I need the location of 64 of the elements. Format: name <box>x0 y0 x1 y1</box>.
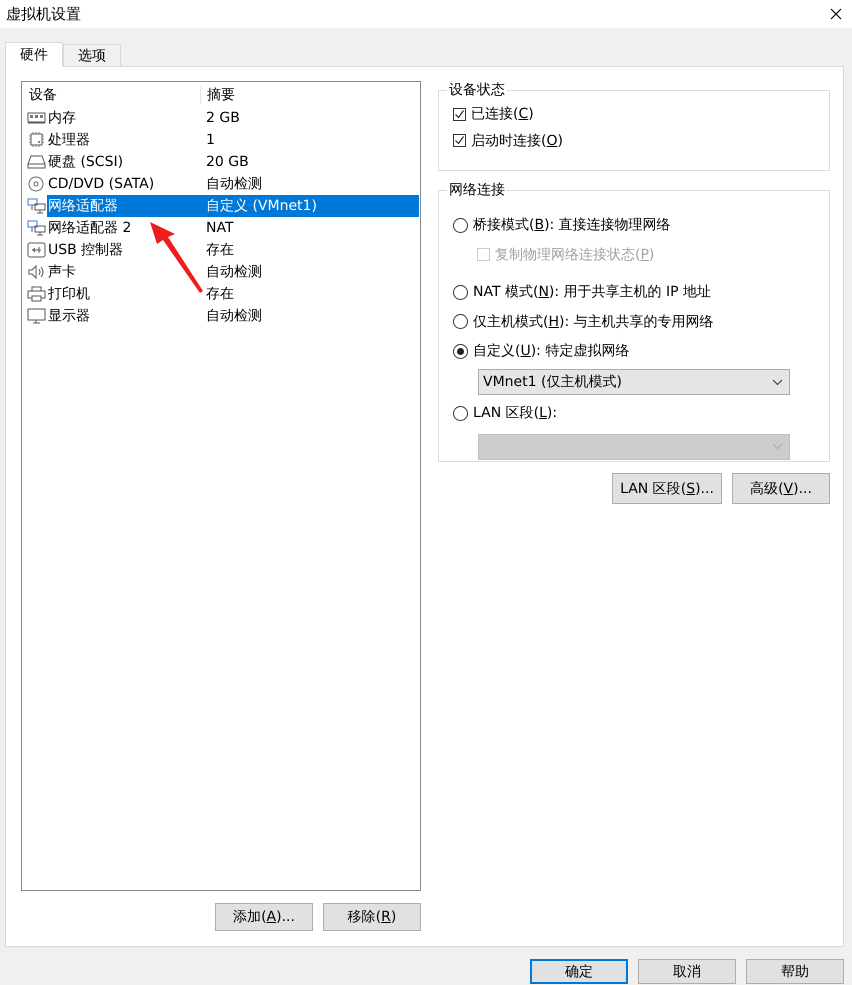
device-row[interactable]: CD/DVD (SATA) 自动检测 <box>23 173 419 195</box>
printer-icon <box>27 286 46 302</box>
monitor-icon <box>27 308 46 324</box>
network-icon <box>27 198 46 214</box>
device-name: 打印机 <box>48 285 90 303</box>
device-row[interactable]: USB 控制器 存在 <box>23 239 419 261</box>
column-header[interactable]: 设备 <box>23 86 200 104</box>
radio-button[interactable]: 仅主机模式(H): 与主机共享的专用网络 <box>453 312 714 330</box>
device-name: 网络适配器 2 <box>48 219 132 237</box>
radio-button[interactable]: NAT 模式(N): 用于共享主机的 IP 地址 <box>453 283 712 301</box>
device-name: USB 控制器 <box>48 241 124 259</box>
device-summary: 自动检测 <box>205 263 263 281</box>
add-button[interactable]: 添加(A)... <box>215 903 313 931</box>
column-header[interactable]: 摘要 <box>200 86 419 104</box>
device-summary: NAT <box>205 220 235 236</box>
device-row[interactable]: 内存 2 GB <box>23 107 419 129</box>
device-summary: 自定义 (VMnet1) <box>205 197 318 215</box>
device-summary: 存在 <box>205 285 235 303</box>
lan-segments-button[interactable]: LAN 区段(S)... <box>612 473 722 504</box>
radio-button[interactable]: LAN 区段(L): <box>453 404 558 422</box>
remove-button[interactable]: 移除(R) <box>323 903 421 931</box>
checkbox[interactable]: 启动时连接(O) <box>453 132 563 150</box>
device-name: 内存 <box>48 109 76 127</box>
device-row[interactable]: 网络适配器 2 NAT <box>23 217 419 239</box>
speaker-icon <box>27 264 46 280</box>
close-icon[interactable] <box>830 8 842 20</box>
device-name: CD/DVD (SATA) <box>48 176 154 192</box>
device-name: 处理器 <box>48 131 90 149</box>
device-name: 网络适配器 <box>48 197 118 215</box>
window-title: 虚拟机设置 <box>6 4 81 24</box>
device-row[interactable]: 硬盘 (SCSI) 20 GB <box>23 151 419 173</box>
chip-icon <box>27 132 46 148</box>
group-title: 设备状态 <box>448 81 506 99</box>
radio-button[interactable]: 自定义(U): 特定虚拟网络 <box>453 342 630 360</box>
disc-icon <box>27 176 46 192</box>
device-name: 显示器 <box>48 307 90 325</box>
device-name: 硬盘 (SCSI) <box>48 153 124 171</box>
device-summary: 1 <box>205 132 216 148</box>
chevron-down-icon <box>772 378 783 386</box>
device-name: 声卡 <box>48 263 76 281</box>
device-summary: 20 GB <box>205 154 250 170</box>
help-button[interactable]: 帮助 <box>746 959 844 984</box>
network-icon <box>27 220 46 236</box>
group-title: 网络连接 <box>448 181 506 199</box>
memory-icon <box>27 110 46 126</box>
device-row[interactable]: 声卡 自动检测 <box>23 261 419 283</box>
usb-icon <box>27 242 46 258</box>
chevron-down-icon <box>772 443 783 450</box>
ok-button[interactable]: 确定 <box>530 959 628 984</box>
device-summary: 存在 <box>205 241 235 259</box>
device-row[interactable]: 打印机 存在 <box>23 283 419 305</box>
device-summary: 自动检测 <box>205 307 263 325</box>
device-summary: 2 GB <box>205 110 241 126</box>
tab[interactable]: 选项 <box>63 44 121 66</box>
tab[interactable]: 硬件 <box>5 42 63 67</box>
cancel-button[interactable]: 取消 <box>638 959 736 984</box>
device-row[interactable]: 处理器 1 <box>23 129 419 151</box>
dropdown[interactable]: VMnet1 (仅主机模式) <box>478 369 790 395</box>
disk-drive-icon <box>27 154 46 170</box>
device-row[interactable]: 显示器 自动检测 <box>23 305 419 327</box>
device-summary: 自动检测 <box>205 175 263 193</box>
advanced-button[interactable]: 高级(V)... <box>732 473 830 504</box>
radio-button[interactable]: 桥接模式(B): 直接连接物理网络 <box>453 216 671 234</box>
checkbox[interactable]: 已连接(C) <box>453 105 534 123</box>
